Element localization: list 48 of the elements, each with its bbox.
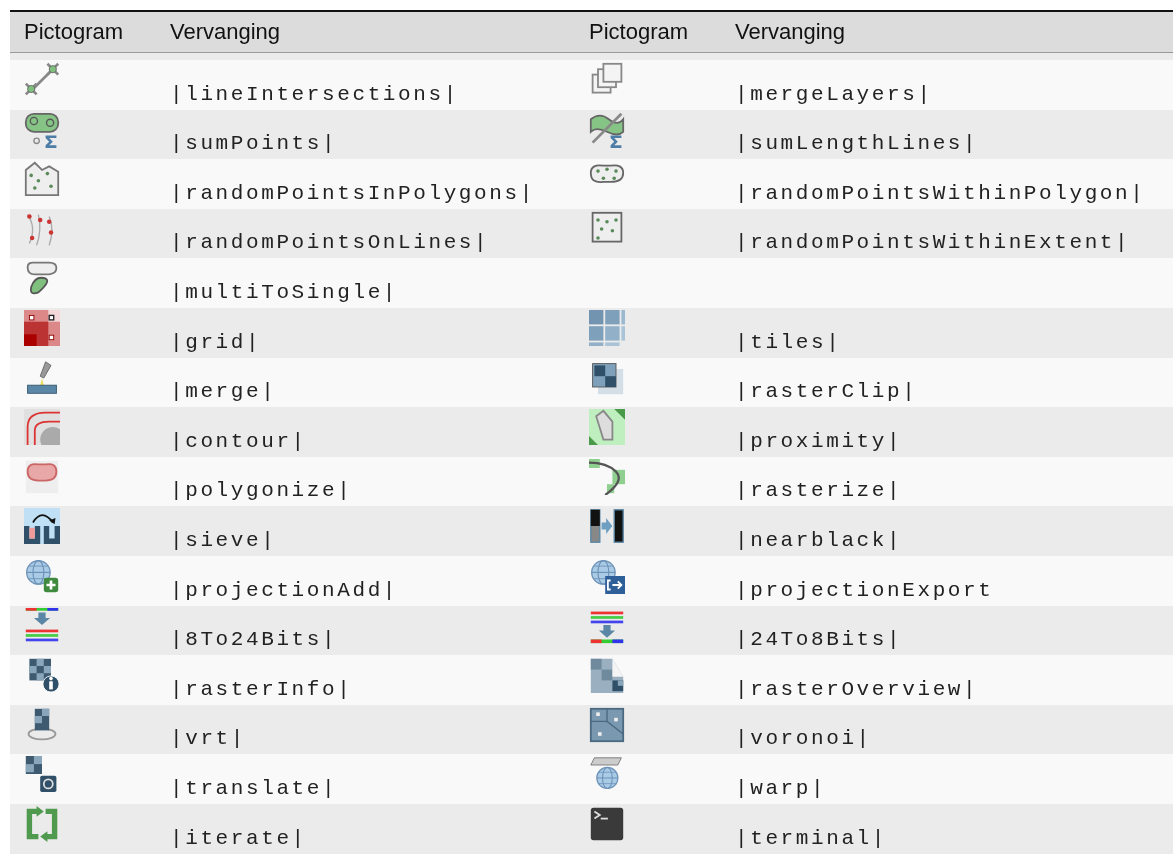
replacement-text: |sieve| (170, 528, 277, 552)
replacement-text: |randomPointsWithinPolygon| (735, 181, 1146, 205)
lines-sum-icon (589, 111, 625, 148)
column-header: Vervanging (734, 19, 847, 45)
replacement-text: |randomPointsInPolygons| (170, 181, 535, 205)
replacement-text: |warp| (735, 776, 827, 800)
grid-icon (24, 309, 60, 346)
points-sum-icon (24, 111, 60, 148)
loop-arrows-icon (24, 805, 60, 842)
replacement-text: |terminal| (735, 826, 888, 850)
replacement-text: |lineIntersections| (170, 82, 459, 106)
color-bars-icon (24, 607, 60, 644)
line-squares-icon (589, 458, 625, 495)
replacement-text: |randomPointsOnLines| (170, 231, 490, 255)
proximity-icon (589, 409, 625, 446)
replacement-text: |voronoi| (735, 727, 872, 751)
replacement-text: |rasterInfo| (170, 677, 353, 701)
replacement-text: |grid| (170, 330, 262, 354)
replacement-text: |8To24Bits| (170, 628, 338, 652)
replacement-text: |randomPointsWithinExtent| (735, 231, 1131, 255)
replacement-text: |vrt| (170, 727, 246, 751)
replacement-text: |merge| (170, 380, 277, 404)
replacement-text: |contour| (170, 429, 307, 453)
replacement-text: |rasterClip| (735, 380, 918, 404)
replacement-text: |iterate| (170, 826, 307, 850)
replacement-text: |tiles| (735, 330, 842, 354)
replacement-text: |translate| (170, 776, 338, 800)
merge-tool-icon (24, 359, 60, 396)
polygon-points-icon (589, 163, 625, 185)
tiles-icon (589, 309, 625, 346)
replacement-text: |projectionAdd| (170, 578, 399, 602)
replacement-text: |multiToSingle| (170, 280, 399, 304)
replacement-text: |sumLengthLines| (735, 132, 979, 156)
replacement-text: |polygonize| (170, 479, 353, 503)
replacement-text: |sumPoints| (170, 132, 338, 156)
replacement-text: |rasterOverview| (735, 677, 979, 701)
replacement-text: |proximity| (735, 429, 903, 453)
node-line-icon (24, 62, 60, 98)
replacement-text: |24To8Bits| (735, 628, 903, 652)
replacement-text: |mergeLayers| (735, 82, 933, 106)
replacement-text: |projectionExport (735, 578, 994, 602)
terminal-icon (589, 805, 625, 842)
column-header: Pictogram (23, 19, 125, 45)
bars-arrow-icon (589, 508, 625, 545)
replacement-text: |nearblack| (735, 528, 903, 552)
column-header: Pictogram (588, 19, 690, 45)
column-header: Vervanging (169, 19, 282, 45)
replacement-text: |rasterize| (735, 479, 903, 503)
